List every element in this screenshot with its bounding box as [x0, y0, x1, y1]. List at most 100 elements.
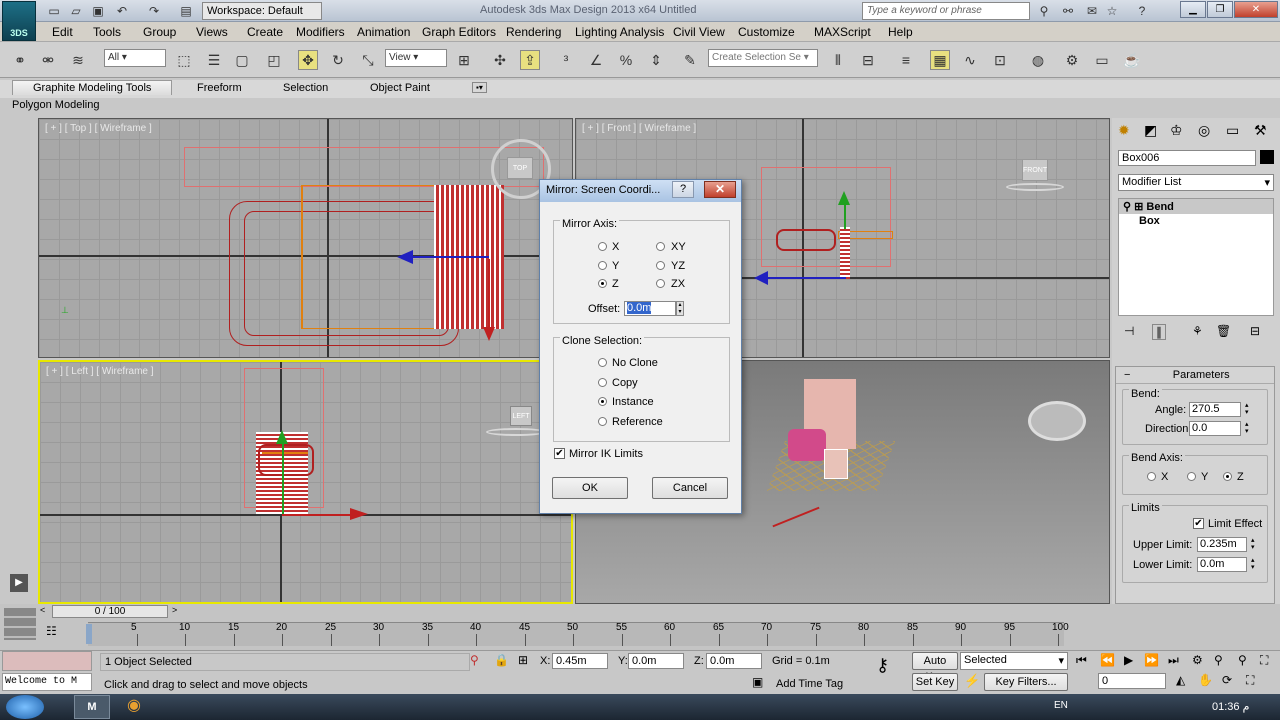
cancel-button[interactable]: Cancel: [652, 477, 728, 499]
ribbon-options-dropdown[interactable]: ▪▾: [472, 82, 487, 93]
zoom-icon[interactable]: ⚲: [1214, 653, 1223, 667]
time-slider-next[interactable]: >: [172, 605, 182, 618]
layer-manager-icon[interactable]: ≡: [896, 50, 916, 70]
no-clone-radio[interactable]: [598, 358, 607, 367]
object-name-input[interactable]: Box006: [1118, 150, 1256, 166]
app-logo[interactable]: 3DS: [2, 1, 36, 41]
maximize-viewport-icon[interactable]: ⛶: [1246, 673, 1254, 688]
schematic-view-icon[interactable]: ⊡: [990, 50, 1010, 70]
goto-start-icon[interactable]: ⏮: [1076, 653, 1087, 668]
edit-named-selection-icon[interactable]: ✎: [680, 50, 700, 70]
viewport-label[interactable]: [ + ] [ Top ] [ Wireframe ]: [45, 123, 152, 134]
mirror-ik-limits-checkbox[interactable]: ✔: [554, 448, 565, 459]
taskbar-3dsmax-icon[interactable]: M: [74, 695, 110, 719]
axis-z-radio[interactable]: [598, 279, 607, 288]
next-frame-icon[interactable]: ⏩: [1144, 653, 1159, 667]
window-crossing-icon[interactable]: ◰: [264, 50, 284, 70]
binoculars-icon[interactable]: ⚲: [1036, 3, 1052, 19]
bend-axis-z-radio[interactable]: [1223, 472, 1232, 481]
snaps-toggle-icon[interactable]: ³: [556, 50, 576, 70]
add-time-tag[interactable]: Add Time Tag: [776, 678, 843, 690]
axis-zx-radio[interactable]: [656, 279, 665, 288]
new-file-icon[interactable]: ▭: [46, 3, 62, 19]
menu-modifiers[interactable]: Modifiers: [296, 25, 345, 39]
dialog-help-button[interactable]: ?: [672, 181, 694, 198]
render-setup-icon[interactable]: ⚙: [1062, 50, 1082, 70]
menu-civil-view[interactable]: Civil View: [673, 25, 725, 39]
menu-animation[interactable]: Animation: [357, 25, 410, 39]
time-config-icon[interactable]: ⚙: [1192, 653, 1203, 667]
expand-viewport-icon[interactable]: ▶: [10, 574, 28, 592]
pan-icon[interactable]: ✋: [1198, 673, 1213, 687]
y-coordinate-input[interactable]: 0.0m: [628, 653, 684, 669]
project-folder-icon[interactable]: ▤: [178, 3, 194, 19]
menu-create[interactable]: Create: [247, 25, 283, 39]
mirror-icon[interactable]: ⫴: [828, 50, 848, 70]
viewcube-top[interactable]: TOP: [507, 157, 533, 179]
viewport-left[interactable]: [ + ] [ Left ] [ Wireframe ] LEFT: [38, 360, 573, 604]
start-button[interactable]: [6, 695, 44, 719]
viewport-label[interactable]: [ + ] [ Left ] [ Wireframe ]: [46, 366, 154, 377]
z-coordinate-input[interactable]: 0.0m: [706, 653, 762, 669]
workspace-dropdown[interactable]: Workspace: Default: [202, 2, 322, 20]
viewport-label[interactable]: [ + ] [ Front ] [ Wireframe ]: [582, 123, 696, 134]
render-production-icon[interactable]: ☕: [1122, 50, 1142, 70]
ribbon-panel-label[interactable]: Polygon Modeling: [12, 99, 99, 111]
key-mode-dropdown[interactable]: Selected ▾: [960, 652, 1068, 670]
copy-radio[interactable]: [598, 378, 607, 387]
lower-limit-spinner[interactable]: ▴ ▾: [1251, 557, 1255, 571]
tab-object-paint[interactable]: Object Paint: [370, 82, 430, 94]
remove-modifier-icon[interactable]: 🗑: [1216, 324, 1231, 338]
unlink-icon[interactable]: ⚮: [38, 50, 58, 70]
isolate-selection-icon[interactable]: ⚲: [470, 653, 479, 667]
previous-frame-icon[interactable]: ⏪: [1100, 653, 1115, 667]
direction-input[interactable]: 0.0: [1189, 421, 1241, 436]
modifier-list-dropdown[interactable]: Modifier List ▾: [1118, 174, 1274, 191]
display-tab-icon[interactable]: ▭: [1226, 122, 1239, 139]
select-and-manipulate-icon[interactable]: ✣: [490, 50, 510, 70]
axis-xy-radio[interactable]: [656, 242, 665, 251]
dialog-close-button[interactable]: ✕: [704, 181, 736, 198]
play-icon[interactable]: ▶: [1124, 653, 1133, 667]
auto-key-button[interactable]: Auto Key: [912, 652, 958, 683]
save-icon[interactable]: ▣: [90, 3, 106, 19]
bend-axis-x-radio[interactable]: [1147, 472, 1156, 481]
select-by-name-icon[interactable]: ☰: [204, 50, 224, 70]
instance-radio[interactable]: [598, 397, 607, 406]
reference-coordinate-dropdown[interactable]: View ▾: [385, 49, 447, 67]
curve-editor-icon[interactable]: ∿: [960, 50, 980, 70]
zoom-extents-icon[interactable]: ⛶: [1260, 653, 1268, 668]
select-and-rotate-icon[interactable]: ↻: [328, 50, 348, 70]
viewcube-left[interactable]: LEFT: [510, 406, 532, 426]
angle-snap-icon[interactable]: ∠: [586, 50, 606, 70]
redo-icon[interactable]: ↷: [146, 3, 162, 19]
goto-end-icon[interactable]: ⏭: [1168, 653, 1179, 668]
mini-listener-icon[interactable]: [4, 608, 36, 640]
menu-help[interactable]: Help: [888, 25, 913, 39]
subscription-icon[interactable]: ⚯: [1060, 3, 1076, 19]
restore-button[interactable]: ❐: [1207, 1, 1233, 18]
menu-group[interactable]: Group: [143, 25, 176, 39]
object-color-swatch[interactable]: [1260, 150, 1274, 164]
pin-stack-icon[interactable]: ⊣: [1124, 324, 1134, 338]
rendered-frame-window-icon[interactable]: ▭: [1092, 50, 1112, 70]
set-key-button[interactable]: Set Key: [912, 673, 958, 691]
angle-input[interactable]: 270.5: [1189, 402, 1241, 417]
offset-input[interactable]: 0.0m: [624, 301, 676, 316]
minimize-button[interactable]: ▁: [1180, 1, 1206, 18]
favorites-star-icon[interactable]: ☆: [1104, 3, 1120, 19]
percent-snap-icon[interactable]: %: [616, 50, 636, 70]
limit-effect-checkbox[interactable]: ✔: [1193, 518, 1204, 529]
axis-x-radio[interactable]: [598, 242, 607, 251]
field-of-view-icon[interactable]: ◭: [1176, 673, 1185, 687]
material-editor-icon[interactable]: ◍: [1028, 50, 1048, 70]
ok-button[interactable]: OK: [552, 477, 628, 499]
selection-lock-icon[interactable]: 🔒: [494, 653, 509, 667]
key-filter-icon[interactable]: ⚡: [964, 673, 980, 689]
tab-selection[interactable]: Selection: [283, 82, 328, 94]
offset-spinner[interactable]: ▴ ▾: [676, 301, 684, 316]
utilities-tab-icon[interactable]: ⚒: [1254, 122, 1267, 139]
stack-item-bend[interactable]: ⚲ ⊞ Bend: [1119, 199, 1273, 214]
upper-limit-spinner[interactable]: ▴ ▾: [1251, 537, 1255, 551]
parameters-title[interactable]: − Parameters: [1116, 367, 1274, 384]
